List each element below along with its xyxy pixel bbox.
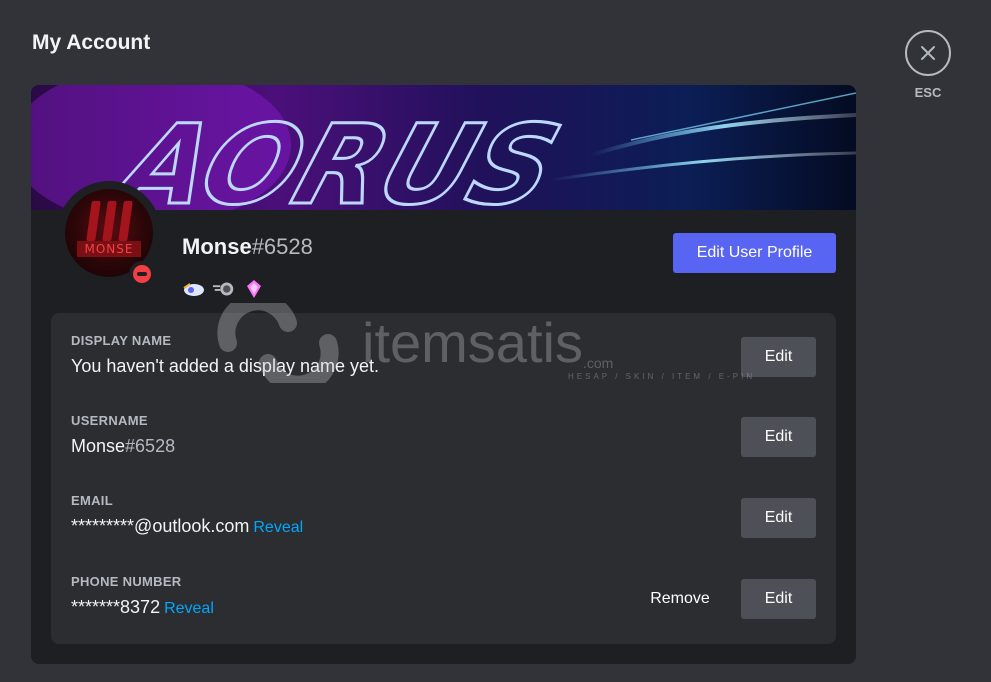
phone-reveal-link[interactable]: Reveal xyxy=(164,600,214,617)
phone-field: PHONE NUMBER *******8372 Reveal Remove Ed… xyxy=(71,574,816,644)
email-label: EMAIL xyxy=(71,493,113,508)
username-value: Monse#6528 xyxy=(71,436,816,457)
close-button[interactable] xyxy=(905,30,951,76)
profile-badges xyxy=(182,278,266,300)
remove-phone-button[interactable]: Remove xyxy=(640,579,720,619)
edit-phone-button[interactable]: Edit xyxy=(741,579,816,619)
watermark-subtext: HESAP / SKIN / ITEM / E-PIN xyxy=(568,372,756,381)
profile-banner: AORUS xyxy=(31,85,856,210)
hypesquad-icon[interactable] xyxy=(182,278,206,300)
edit-username-button[interactable]: Edit xyxy=(741,417,816,457)
page-title: My Account xyxy=(32,31,151,54)
display-name-field: DISPLAY NAME You haven't added a display… xyxy=(71,333,816,403)
banner-logo-text: AORUS xyxy=(96,101,574,210)
profile-username-name: Monse xyxy=(182,234,252,259)
avatar[interactable]: MONSE xyxy=(57,181,161,287)
nitro-icon[interactable] xyxy=(212,278,236,300)
display-name-label: DISPLAY NAME xyxy=(71,333,172,348)
esc-label: ESC xyxy=(914,85,942,100)
email-reveal-link[interactable]: Reveal xyxy=(253,519,303,536)
phone-value: *******8372 xyxy=(71,597,161,617)
edit-email-button[interactable]: Edit xyxy=(741,498,816,538)
username-value-discriminator: #6528 xyxy=(125,436,176,456)
profile-discriminator: #6528 xyxy=(251,234,313,259)
profile-username: Monse#6528 xyxy=(182,234,313,260)
boost-gem-icon[interactable] xyxy=(242,278,266,300)
username-value-name: Monse xyxy=(71,436,126,456)
email-field: EMAIL *********@outlook.com Reveal Edit xyxy=(71,493,816,563)
email-value: *********@outlook.com xyxy=(71,516,250,536)
account-fields-panel: DISPLAY NAME You haven't added a display… xyxy=(51,313,836,644)
edit-user-profile-button[interactable]: Edit User Profile xyxy=(673,233,836,273)
close-icon xyxy=(921,46,935,60)
avatar-text: MONSE xyxy=(77,241,141,257)
my-account-page: My Account ESC AORUS MONSE Monse#6528 Ed… xyxy=(0,0,991,682)
edit-display-name-button[interactable]: Edit xyxy=(741,337,816,377)
dnd-status-icon xyxy=(129,261,155,287)
close-control: ESC xyxy=(905,30,951,100)
username-field: USERNAME Monse#6528 Edit xyxy=(71,413,816,483)
username-label: USERNAME xyxy=(71,413,148,428)
email-value-row: *********@outlook.com Reveal xyxy=(71,516,816,537)
